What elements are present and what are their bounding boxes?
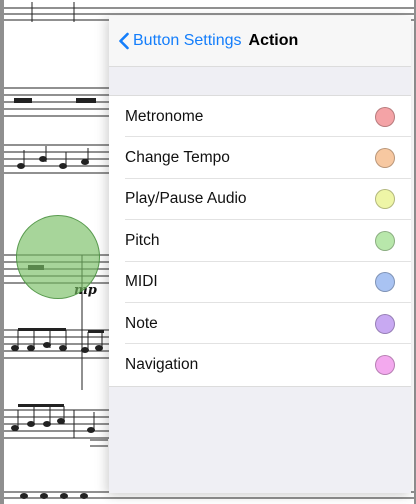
action-row-metronome[interactable]: Metronome xyxy=(109,96,411,138)
navigation-bar: Button Settings Action xyxy=(109,16,411,67)
color-swatch xyxy=(375,272,395,293)
touch-indicator-circle[interactable] xyxy=(16,215,100,299)
color-swatch xyxy=(375,189,395,210)
chevron-left-icon xyxy=(119,32,129,50)
color-swatch xyxy=(375,148,395,169)
back-button[interactable]: Button Settings xyxy=(118,32,242,50)
action-row-note[interactable]: Note xyxy=(109,303,411,345)
action-label: Play/Pause Audio xyxy=(125,190,247,208)
color-swatch xyxy=(375,355,395,376)
action-label: Change Tempo xyxy=(125,149,230,167)
action-row-play-pause-audio[interactable]: Play/Pause Audio xyxy=(109,179,411,221)
color-swatch xyxy=(375,106,395,127)
page-title: Action xyxy=(248,32,299,49)
action-row-pitch[interactable]: Pitch xyxy=(109,220,411,262)
action-label: Navigation xyxy=(125,356,199,374)
action-label: Metronome xyxy=(125,107,204,125)
action-label: MIDI xyxy=(125,273,158,291)
action-row-midi[interactable]: MIDI xyxy=(109,262,411,303)
action-label: Note xyxy=(125,314,158,332)
color-swatch xyxy=(375,230,395,251)
action-label: Pitch xyxy=(125,231,160,249)
action-row-navigation[interactable]: Navigation xyxy=(109,344,411,385)
color-swatch xyxy=(375,313,395,334)
action-settings-popover: Button Settings Action Metronome Change … xyxy=(109,16,411,493)
action-row-change-tempo[interactable]: Change Tempo xyxy=(109,137,411,179)
action-list: Metronome Change Tempo Play/Pause Audio … xyxy=(109,95,411,387)
back-button-label: Button Settings xyxy=(133,32,242,49)
